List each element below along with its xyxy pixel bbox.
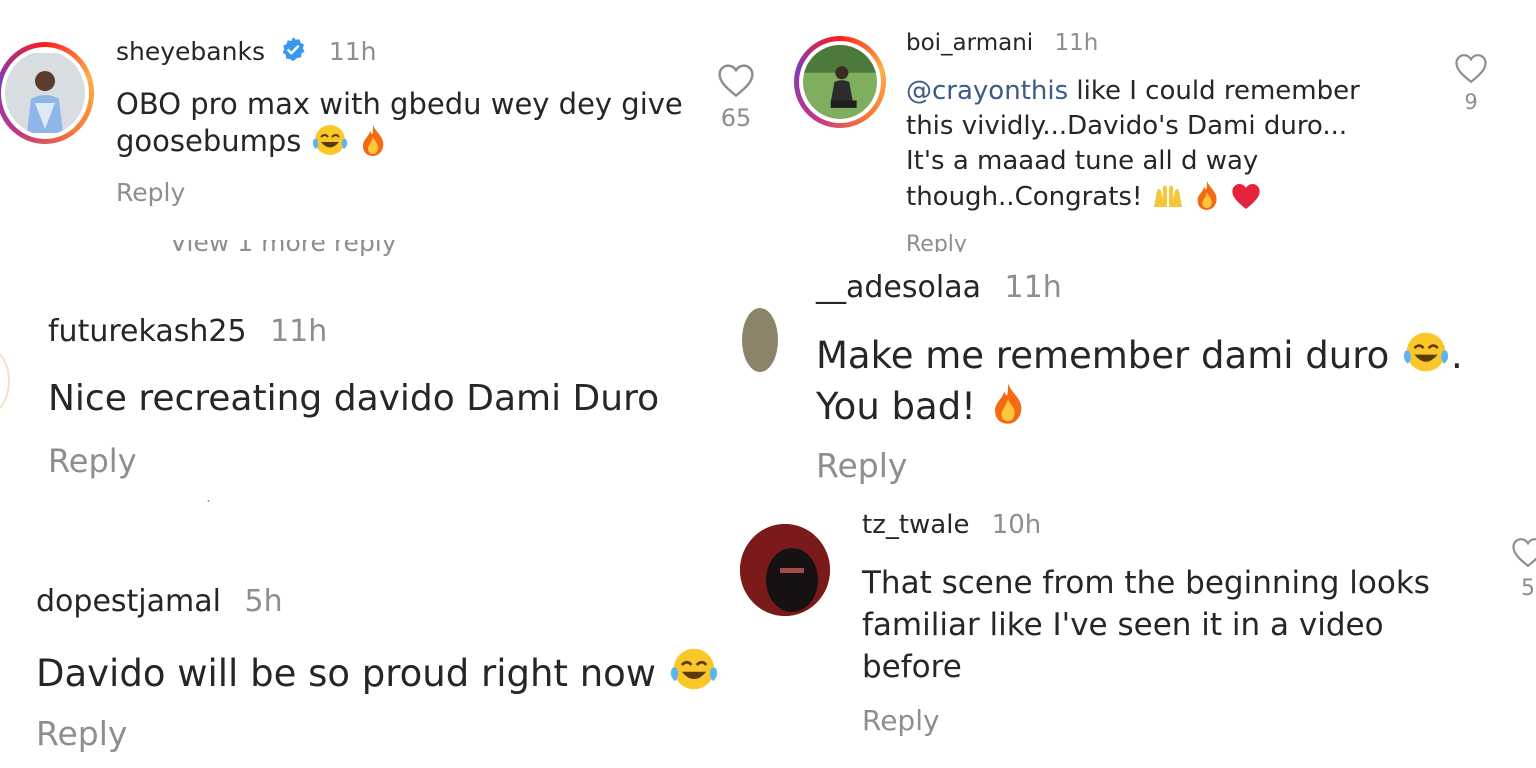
username-text[interactable]: boi_armani	[906, 30, 1033, 56]
comment-text: Make me remember dami duro . You bad!	[816, 330, 1496, 432]
comment-text-line: though..Congrats!	[906, 179, 1426, 215]
comment-username[interactable]: dopestjamal 5h	[36, 584, 283, 619]
reply-button[interactable]: Reply	[906, 232, 967, 252]
reply-button[interactable]: Reply	[36, 714, 127, 753]
like-button[interactable]: 5	[1508, 536, 1536, 601]
face-with-tears-of-joy-emoji	[1403, 332, 1449, 372]
username-text[interactable]: tz_twale	[862, 510, 969, 540]
comment-text-fragment: You bad!	[816, 385, 977, 428]
face-with-tears-of-joy-emoji	[312, 125, 347, 156]
heart-outline-icon[interactable]	[716, 62, 756, 98]
cut-off-text-fragment: ' '	[206, 500, 256, 510]
username-text[interactable]: futurekash25	[48, 314, 247, 349]
mention-link[interactable]: @crayonthis	[906, 76, 1068, 106]
comment-text-line: It's a maaad tune all d way	[906, 146, 1259, 176]
comment-username[interactable]: sheyebanks 11h	[116, 36, 377, 66]
comment-text-line: before	[862, 649, 962, 685]
comment-username[interactable]: futurekash25 11h	[48, 314, 327, 349]
avatar	[803, 45, 877, 119]
heart-outline-icon[interactable]	[1510, 536, 1536, 568]
reply-button[interactable]: Reply	[116, 178, 185, 207]
comment-text: Davido will be so proud right now	[36, 646, 720, 697]
view-more-replies-text: View 1 more reply	[170, 240, 397, 257]
like-count: 9	[1464, 90, 1478, 114]
comment-text-line: You bad!	[816, 381, 1496, 432]
reply-button-clip: Reply	[906, 232, 967, 252]
comment-text-fragment: Make me remember dami duro	[816, 334, 1390, 377]
avatar[interactable]	[0, 346, 10, 416]
reply-button[interactable]: Reply	[862, 704, 940, 737]
verified-badge-icon	[282, 37, 305, 61]
comment-text: Nice recreating davido Dami Duro	[48, 378, 660, 419]
comment-username[interactable]: __adesolaa 11h	[816, 270, 1062, 305]
fire-emoji	[994, 383, 1022, 424]
comment-username[interactable]: boi_armani 11h	[906, 30, 1098, 56]
view-more-replies-link[interactable]: View 1 more reply	[170, 240, 397, 262]
avatar	[5, 51, 85, 135]
fire-emoji	[1197, 181, 1217, 210]
comment-text: @crayonthis like I could remember this v…	[906, 74, 1426, 215]
comment-text-fragment: goosebumps	[116, 124, 302, 159]
like-count: 5	[1521, 576, 1535, 601]
face-with-tears-of-joy-emoji	[670, 648, 717, 690]
masked-person-icon	[740, 524, 830, 616]
comment-text-line: @crayonthis like I could remember	[906, 74, 1426, 109]
comment-text-line: familiar like I've seen it in a video	[862, 607, 1384, 643]
comment-username[interactable]: tz_twale 10h	[862, 510, 1041, 540]
reply-button[interactable]: Reply	[816, 446, 907, 485]
comment-text: That scene from the beginning looks fami…	[862, 562, 1482, 688]
like-count: 65	[720, 104, 752, 132]
fire-emoji	[362, 125, 384, 157]
comment-text-fragment: like I could remember	[1068, 76, 1360, 106]
story-ring-avatar[interactable]	[794, 36, 886, 128]
raising-hands-emoji	[1153, 185, 1182, 207]
red-heart-emoji	[1232, 184, 1260, 209]
story-ring-avatar[interactable]	[0, 42, 94, 144]
comment-text-line: OBO pro max with gbedu wey dey give	[116, 87, 683, 121]
comment-time: 11h	[1004, 270, 1062, 305]
heart-outline-icon[interactable]	[1453, 52, 1489, 84]
comment-text-fragment: though..Congrats!	[906, 182, 1143, 212]
like-button[interactable]: 9	[1452, 52, 1490, 114]
username-text[interactable]: dopestjamal	[36, 584, 221, 619]
comment-text-line: Make me remember dami duro .	[816, 330, 1496, 381]
comment-text-line: goosebumps	[116, 123, 706, 160]
period-text: .	[1451, 334, 1463, 377]
comment-text: OBO pro max with gbedu wey dey give goos…	[116, 86, 706, 160]
comment-time: 5h	[244, 584, 283, 619]
reply-button[interactable]: Reply	[48, 442, 137, 480]
username-text[interactable]: __adesolaa	[816, 270, 981, 305]
comment-time: 11h	[1054, 30, 1099, 56]
like-button[interactable]: 65	[714, 62, 758, 132]
comment-time: 11h	[328, 37, 377, 66]
comment-text-line: this vividly...Davido's Dami duro...	[906, 111, 1348, 141]
avatar[interactable]	[740, 524, 830, 616]
comment-time: 10h	[991, 510, 1042, 540]
comment-text-fragment: Davido will be so proud right now	[36, 652, 657, 695]
comment-text-line: That scene from the beginning looks	[862, 565, 1430, 601]
username-text[interactable]: sheyebanks	[116, 37, 265, 66]
comment-time: 11h	[270, 314, 328, 349]
avatar[interactable]	[742, 308, 778, 372]
